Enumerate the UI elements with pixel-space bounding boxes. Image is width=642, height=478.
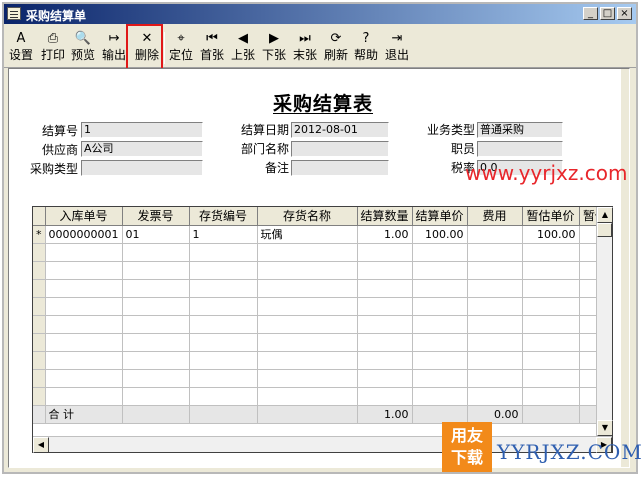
preview-icon: 🔍 bbox=[74, 31, 92, 46]
dept-field[interactable] bbox=[291, 141, 389, 157]
empty-row[interactable] bbox=[33, 387, 612, 406]
cell-receipt-no[interactable]: 0000000001 bbox=[45, 225, 123, 244]
close-button[interactable]: × bbox=[617, 7, 632, 20]
purchase-type-label: 采购类型 bbox=[29, 162, 78, 176]
export-icon: ↦ bbox=[108, 31, 120, 46]
page-title: 采购结算表 bbox=[273, 93, 374, 115]
print-button[interactable]: ⎙ 打印 bbox=[39, 30, 67, 66]
next-button[interactable]: ▶ 下张 bbox=[260, 30, 288, 66]
exit-button[interactable]: ⇥ 退出 bbox=[383, 30, 411, 66]
previous-icon: ◀ bbox=[238, 31, 248, 46]
settings-icon: A bbox=[16, 31, 26, 46]
grid-vertical-scrollbar[interactable]: ▲ ▼ bbox=[596, 207, 613, 436]
cell-invoice-no[interactable]: 01 bbox=[122, 225, 190, 244]
empty-row[interactable] bbox=[33, 279, 612, 298]
empty-row[interactable] bbox=[33, 315, 612, 334]
cell-fee[interactable] bbox=[467, 225, 523, 244]
refresh-icon: ⟳ bbox=[330, 31, 342, 46]
printer-icon: ⎙ bbox=[47, 31, 59, 46]
settings-button[interactable]: A 设置 bbox=[8, 30, 34, 66]
col-item-code[interactable]: 存货编号 bbox=[189, 207, 258, 226]
table-row[interactable]: * 0000000001 01 1 玩偶 1.00 100.00 100.00 … bbox=[33, 225, 612, 244]
row-marker: * bbox=[33, 225, 46, 244]
empty-row[interactable] bbox=[33, 333, 612, 352]
total-label: 合 计 bbox=[45, 405, 123, 424]
biz-type-label: 业务类型 bbox=[426, 123, 475, 137]
refresh-button[interactable]: ⟳ 刷新 bbox=[322, 30, 350, 66]
settle-date-label: 结算日期 bbox=[240, 123, 289, 137]
col-settle-price[interactable]: 结算单价 bbox=[412, 207, 468, 226]
staff-field[interactable] bbox=[477, 141, 563, 157]
col-item-name[interactable]: 存货名称 bbox=[257, 207, 358, 226]
col-receipt-no[interactable]: 入库单号 bbox=[45, 207, 123, 226]
row-header-corner bbox=[33, 207, 46, 226]
last-button[interactable]: ⏭ 末张 bbox=[291, 30, 319, 66]
settle-date-field[interactable]: 2012-08-01 bbox=[291, 122, 389, 138]
empty-row[interactable] bbox=[33, 369, 612, 388]
empty-row[interactable] bbox=[33, 243, 612, 262]
help-icon: ? bbox=[362, 31, 370, 46]
scroll-up-icon[interactable]: ▲ bbox=[597, 207, 613, 223]
first-icon: ⏮ bbox=[206, 31, 218, 46]
dept-label: 部门名称 bbox=[240, 142, 289, 156]
staff-label: 职员 bbox=[450, 142, 475, 156]
total-fee: 0.00 bbox=[467, 405, 523, 424]
cell-item-name[interactable]: 玩偶 bbox=[257, 225, 358, 244]
first-button[interactable]: ⏮ 首张 bbox=[198, 30, 226, 66]
document-icon bbox=[7, 7, 21, 20]
locate-button[interactable]: ⌖ 定位 bbox=[167, 30, 195, 66]
scroll-thumb[interactable] bbox=[597, 223, 612, 237]
cell-settle-price[interactable]: 100.00 bbox=[412, 225, 468, 244]
scroll-down-icon[interactable]: ▼ bbox=[597, 420, 613, 436]
col-settle-qty[interactable]: 结算数量 bbox=[357, 207, 413, 226]
empty-row[interactable] bbox=[33, 297, 612, 316]
maximize-button[interactable]: □ bbox=[600, 7, 615, 20]
supplier-label: 供应商 bbox=[41, 143, 78, 157]
scroll-left-icon[interactable]: ◀ bbox=[33, 437, 49, 453]
logo-text: YYRJXZ.COM bbox=[497, 440, 642, 464]
cell-est-price[interactable]: 100.00 bbox=[522, 225, 580, 244]
supplier-field[interactable]: A公司 bbox=[81, 141, 203, 157]
title-bar: 采购结算单 _ □ × bbox=[4, 4, 636, 24]
panel-scrollbar[interactable] bbox=[621, 69, 629, 467]
settlement-table: 入库单号 发票号 存货编号 存货名称 结算数量 结算单价 费用 暂估单价 暂估 … bbox=[33, 207, 612, 424]
export-button[interactable]: ↦ 输出 bbox=[100, 30, 128, 66]
biz-type-field[interactable]: 普通采购 bbox=[477, 122, 563, 138]
total-row: 合 计 1.00 0.00 1 bbox=[33, 405, 612, 424]
preview-button[interactable]: 🔍 预览 bbox=[69, 30, 97, 66]
purchase-type-field[interactable] bbox=[81, 160, 203, 176]
help-button[interactable]: ? 帮助 bbox=[352, 30, 380, 66]
total-qty: 1.00 bbox=[357, 405, 413, 424]
note-field[interactable] bbox=[291, 160, 389, 176]
settle-no-field[interactable]: 1 bbox=[81, 122, 203, 138]
settlement-grid: 入库单号 发票号 存货编号 存货名称 结算数量 结算单价 费用 暂估单价 暂估 … bbox=[32, 206, 613, 453]
next-icon: ▶ bbox=[269, 31, 279, 46]
empty-row[interactable] bbox=[33, 351, 612, 370]
last-icon: ⏭ bbox=[299, 31, 311, 46]
col-invoice-no[interactable]: 发票号 bbox=[122, 207, 190, 226]
delete-highlight-box bbox=[126, 24, 163, 70]
toolbar-separator bbox=[164, 32, 165, 64]
col-est-price[interactable]: 暂估单价 bbox=[522, 207, 580, 226]
table-header-row: 入库单号 发票号 存货编号 存货名称 结算数量 结算单价 费用 暂估单价 暂估 bbox=[33, 207, 612, 226]
previous-button[interactable]: ◀ 上张 bbox=[229, 30, 257, 66]
note-label: 备注 bbox=[264, 161, 289, 175]
empty-row[interactable] bbox=[33, 261, 612, 280]
col-fee[interactable]: 费用 bbox=[467, 207, 523, 226]
settle-no-label: 结算号 bbox=[41, 124, 78, 138]
exit-icon: ⇥ bbox=[391, 31, 403, 46]
form-panel: 采购结算表 结算号 1 结算日期 2012-08-01 业务类型 普通采购 供应… bbox=[8, 68, 630, 468]
cell-settle-qty[interactable]: 1.00 bbox=[357, 225, 413, 244]
minimize-button[interactable]: _ bbox=[583, 7, 598, 20]
window-title: 采购结算单 bbox=[26, 9, 87, 23]
cell-item-code[interactable]: 1 bbox=[189, 225, 258, 244]
logo: 用友 下载 bbox=[442, 422, 492, 472]
locate-icon: ⌖ bbox=[177, 31, 185, 46]
watermark-text: www.yyrjxz.com bbox=[465, 161, 628, 185]
toolbar: A 设置 ⎙ 打印 🔍 预览 ↦ 输出 ✕ 删除 ⌖ 定位 ⏮ 首张 ◀ 上张 ▶ 下张 ⏭ 末张 … bbox=[4, 24, 636, 68]
